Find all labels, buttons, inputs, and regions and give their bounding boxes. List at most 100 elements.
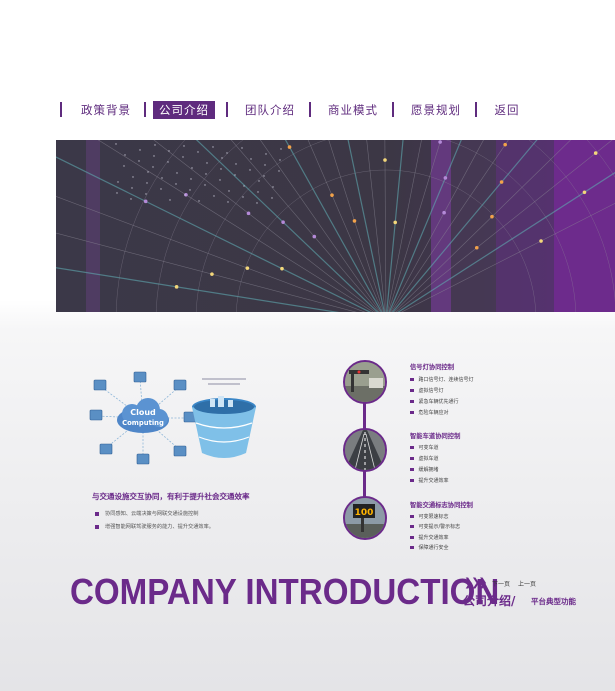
nav-item-vision[interactable]: 愿景规划 xyxy=(408,101,464,119)
traffic-sign-photo: 100 xyxy=(343,496,387,540)
nav-separator xyxy=(475,102,477,117)
banner-star xyxy=(183,145,185,147)
banner-star xyxy=(189,189,191,191)
banner-star xyxy=(160,188,162,190)
banner-dot xyxy=(490,214,494,219)
banner-star xyxy=(242,196,244,198)
banner-star xyxy=(219,179,221,181)
banner-dot xyxy=(245,266,250,270)
signal-light-photo xyxy=(343,360,387,404)
banner-star xyxy=(116,192,118,194)
banner-star xyxy=(147,171,149,173)
feature-item: 可变车道 xyxy=(410,444,439,451)
banner-star xyxy=(205,173,207,175)
nav-item-team[interactable]: 团队介绍 xyxy=(242,101,298,119)
section-title: 公司介绍/ xyxy=(463,594,516,608)
banner-star xyxy=(258,180,260,182)
cloud-label-line1: Cloud xyxy=(130,408,156,417)
banner-star xyxy=(220,168,222,170)
banner-star xyxy=(167,161,169,163)
banner-star xyxy=(243,185,245,187)
banner-dot xyxy=(539,239,543,243)
prev-page-link[interactable]: 上一页 xyxy=(518,579,536,588)
banner-dot xyxy=(143,199,148,204)
double-chevron-right-icon: ❯❯❯ xyxy=(464,576,488,589)
top-nav: 政策背景 公司介绍 团队介绍 商业模式 愿景规划 返回 xyxy=(56,101,526,119)
feature-title-lane: 智能车道协同控制 xyxy=(410,433,461,440)
banner-star xyxy=(146,182,148,184)
banner-star xyxy=(249,169,251,171)
banner-star xyxy=(221,157,223,159)
nav-item-company[interactable]: 公司介绍 xyxy=(153,101,215,119)
left-bullet: 协同感知、云端决策与网联交通设施控制 xyxy=(95,510,198,517)
banner-dot xyxy=(503,142,507,147)
banner-star xyxy=(115,143,117,145)
banner-star xyxy=(256,202,258,204)
banner-star xyxy=(139,149,141,151)
feature-item: 危险车辆应对 xyxy=(410,409,449,416)
banner-star xyxy=(241,147,243,149)
banner-star xyxy=(280,148,282,150)
banner-star xyxy=(175,183,177,185)
banner-star xyxy=(206,162,208,164)
banner-dot xyxy=(280,266,284,271)
feature-item: 保障通行安全 xyxy=(410,544,449,551)
banner-star xyxy=(235,163,237,165)
nav-item-policy[interactable]: 政策背景 xyxy=(78,101,134,119)
banner-star xyxy=(123,165,125,167)
hero-banner xyxy=(56,140,615,312)
banner-star xyxy=(176,172,178,174)
left-section-title: 与交通设施交互协同，有利于提升社会交通效率 xyxy=(92,492,250,501)
banner-dot xyxy=(442,210,446,215)
banner-star xyxy=(257,191,259,193)
banner-star xyxy=(265,153,267,155)
nav-separator xyxy=(226,102,228,117)
banner-dot xyxy=(593,151,598,155)
banner-star xyxy=(153,155,155,157)
banner-star xyxy=(132,176,134,178)
banner-star xyxy=(131,187,133,189)
banner-star xyxy=(145,193,147,195)
feature-item: 可变提示/警示标志 xyxy=(410,523,461,530)
nav-item-business[interactable]: 商业模式 xyxy=(325,101,381,119)
nav-separator xyxy=(392,102,394,117)
banner-dot xyxy=(499,180,504,184)
banner-dot xyxy=(246,211,251,216)
feature-title-signal: 信号灯协同控制 xyxy=(410,364,455,371)
banner-dot xyxy=(393,220,398,225)
banner-dot xyxy=(383,158,387,162)
feature-item: 紧急车辆优先通行 xyxy=(410,398,459,405)
next-page-link[interactable]: 下一页 xyxy=(492,579,510,588)
banner-star xyxy=(152,166,154,168)
banner-star xyxy=(138,160,140,162)
nav-separator xyxy=(144,102,146,117)
banner-star xyxy=(198,200,200,202)
banner-star xyxy=(130,198,132,200)
speed-sign-number: 100 xyxy=(355,508,374,518)
left-bullet: 增强智能网联驾驶服务的能力、提升交通效率。 xyxy=(95,523,214,530)
banner-star xyxy=(263,175,265,177)
banner-star xyxy=(169,199,171,201)
feature-title-sign: 智能交通标志协同控制 xyxy=(410,502,473,509)
banner-star xyxy=(234,174,236,176)
banner-star xyxy=(227,201,229,203)
banner-dot xyxy=(210,272,214,276)
banner-star xyxy=(271,197,273,199)
section-subtitle: 平台典型功能 xyxy=(531,597,576,606)
banner-dot xyxy=(281,220,285,224)
banner-star xyxy=(226,152,228,154)
banner-dot xyxy=(352,219,357,223)
banner-star xyxy=(168,150,170,152)
banner-star xyxy=(279,159,281,161)
banner-dot xyxy=(443,176,448,180)
banner-star xyxy=(212,146,214,148)
banner-star xyxy=(204,184,206,186)
feature-item: 路口信号灯、连续信号灯 xyxy=(410,376,474,383)
banner-star xyxy=(182,156,184,158)
banner-star xyxy=(250,158,252,160)
company-introduction-heading: COMPANY INTRODUCTION xyxy=(70,571,500,612)
banner-star xyxy=(124,154,126,156)
banner-star xyxy=(190,178,192,180)
nav-item-back[interactable]: 返回 xyxy=(490,101,524,119)
banner-dot xyxy=(174,285,179,289)
